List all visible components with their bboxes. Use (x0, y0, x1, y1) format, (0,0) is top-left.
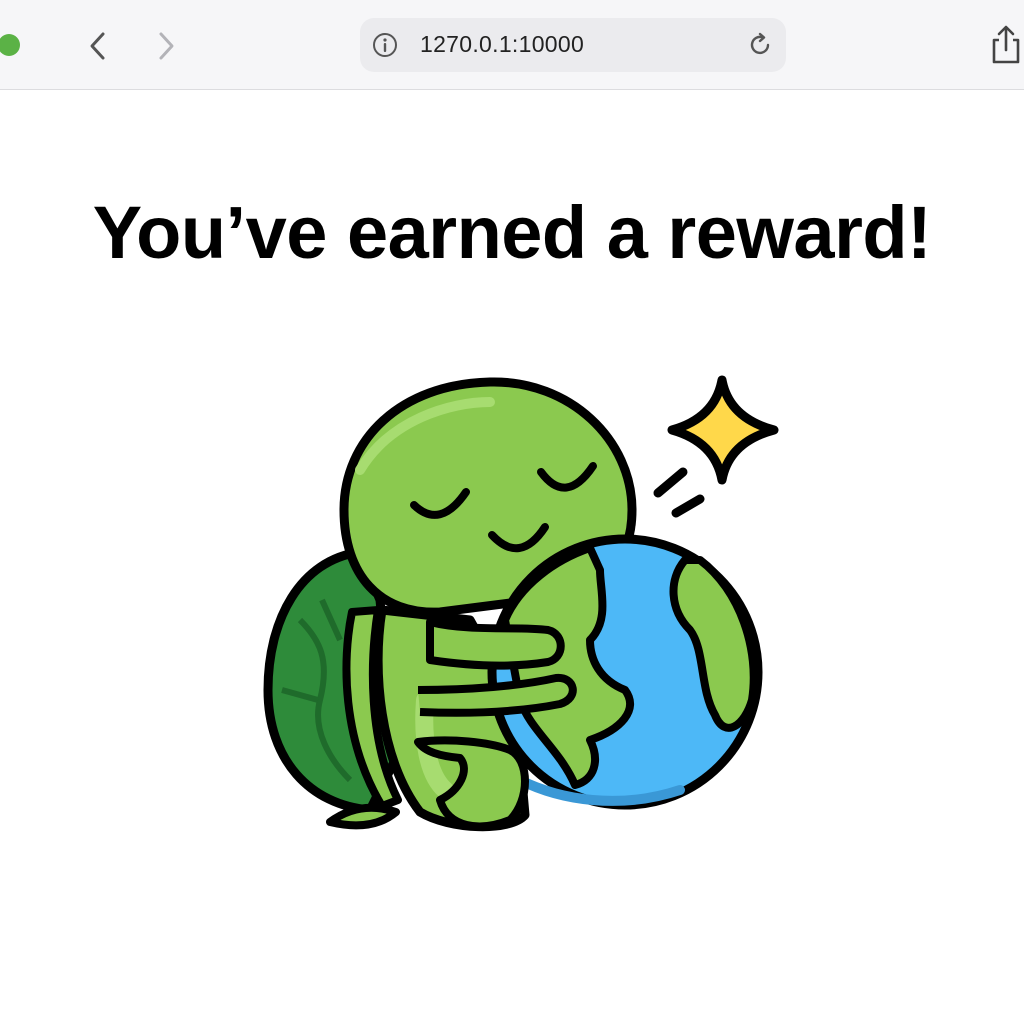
chevron-right-icon (159, 32, 174, 60)
sparkle-icon (653, 375, 779, 518)
chevron-left-icon (90, 32, 105, 60)
share-icon[interactable] (986, 24, 1024, 66)
forward-button[interactable] (146, 26, 186, 66)
earth-globe (487, 534, 763, 810)
page-title: You’ve earned a reward! (92, 191, 932, 274)
address-bar[interactable]: 1270.0.1:10000 (360, 18, 786, 72)
turtle-hugging-earth-illustration (263, 375, 779, 832)
window-zoom-dot[interactable] (0, 34, 20, 56)
browser-toolbar: 1270.0.1:10000 (0, 0, 1024, 90)
reload-icon[interactable] (746, 30, 776, 60)
back-button[interactable] (78, 26, 118, 66)
info-icon[interactable] (372, 32, 398, 58)
url-text[interactable]: 1270.0.1:10000 (420, 31, 584, 58)
